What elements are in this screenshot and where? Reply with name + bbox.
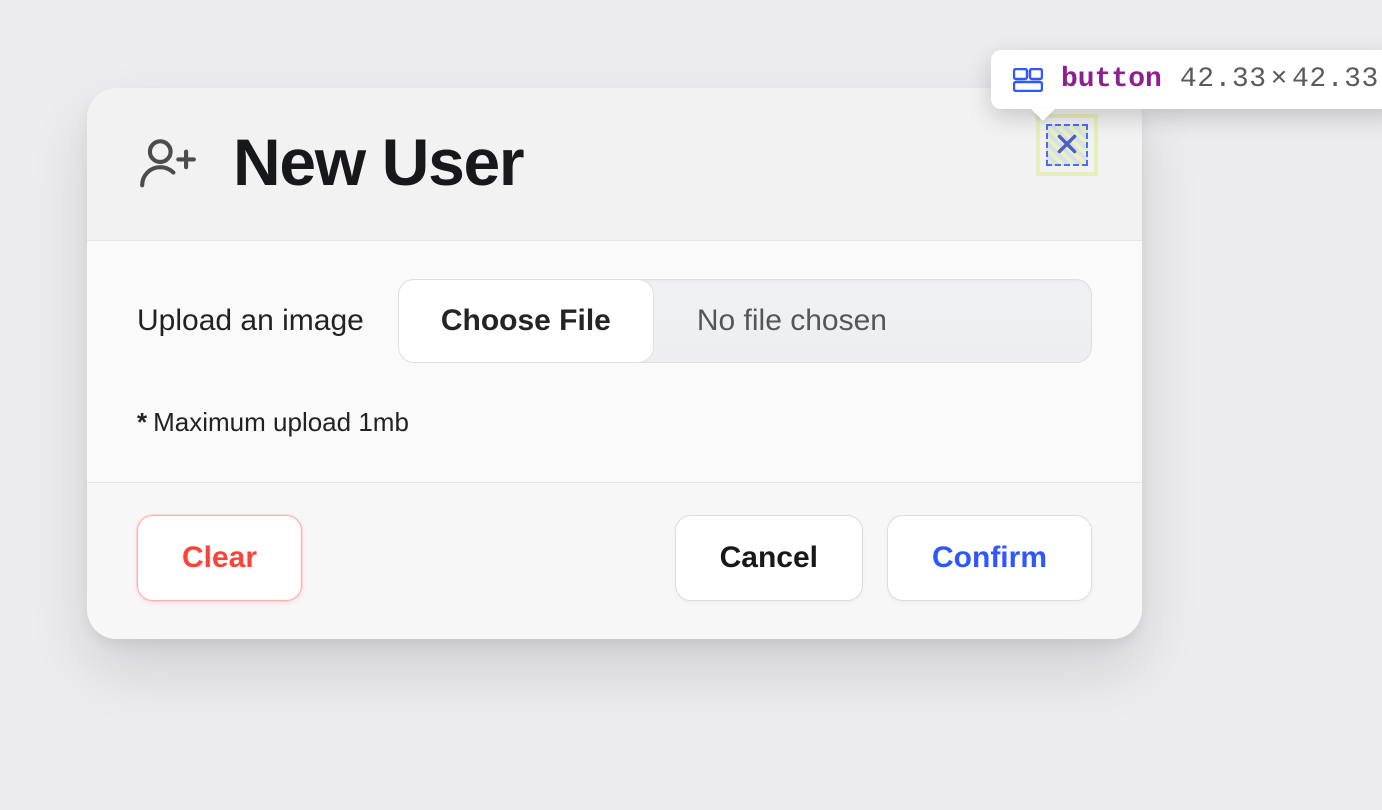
choose-file-button[interactable]: Choose File (398, 279, 654, 363)
upload-row: Upload an image Choose File No file chos… (137, 279, 1092, 363)
dialog-header: New User (87, 88, 1142, 241)
tooltip-width: 42.33 (1180, 64, 1267, 95)
clear-button[interactable]: Clear (137, 515, 302, 601)
tooltip-dimensions: 42.33×42.33 (1180, 64, 1379, 95)
dialog-body: Upload an image Choose File No file chos… (87, 241, 1142, 483)
devtools-element-tooltip: button 42.33×42.33 (991, 50, 1382, 109)
tooltip-tag-name: button (1061, 64, 1162, 95)
dialog-footer: Clear Cancel Confirm (87, 483, 1142, 639)
hint-asterisk: * (137, 407, 147, 437)
new-user-dialog: New User Upload an image Choose File No … (87, 88, 1142, 639)
dialog-title: New User (233, 124, 523, 200)
file-input-group[interactable]: Choose File No file chosen (398, 279, 1092, 363)
file-status-text: No file chosen (653, 280, 1091, 362)
hint-text: Maximum upload 1mb (153, 407, 409, 437)
close-icon (1054, 131, 1080, 160)
upload-hint: *Maximum upload 1mb (137, 407, 1092, 438)
tooltip-times: × (1267, 64, 1292, 95)
tooltip-height: 42.33 (1292, 64, 1379, 95)
close-button[interactable] (1046, 124, 1088, 166)
confirm-button[interactable]: Confirm (887, 515, 1092, 601)
cancel-button[interactable]: Cancel (675, 515, 863, 601)
flex-layout-icon (1013, 68, 1043, 92)
upload-label: Upload an image (137, 304, 364, 338)
new-user-icon (137, 131, 199, 193)
